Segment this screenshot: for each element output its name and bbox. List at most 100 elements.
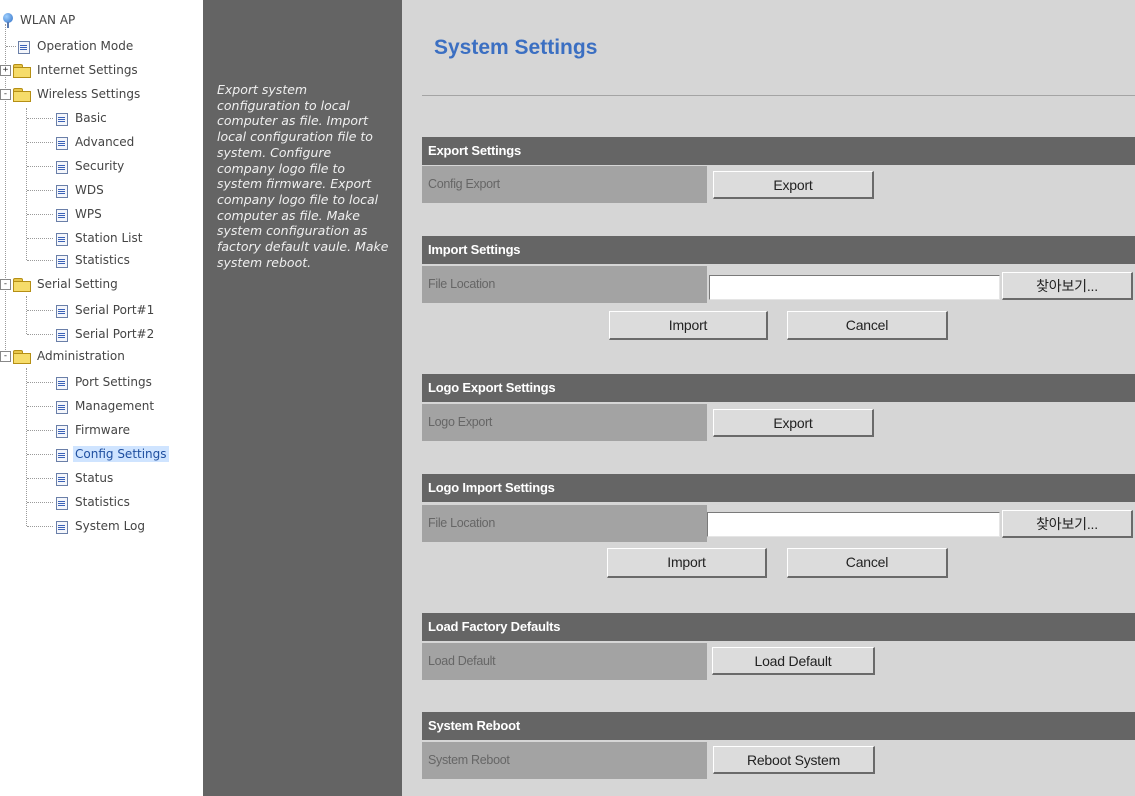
page-icon [55,400,68,414]
tree-connector [27,166,53,167]
tree-connector [27,502,53,503]
tree-item-label: Security [75,159,125,173]
tree-item-admin-statistics[interactable]: Statistics [55,491,132,513]
globe-icon [3,12,14,28]
tree-connector [27,238,53,239]
tree-item-label: Config Settings [73,446,169,462]
tree-item-wireless-statistics[interactable]: Statistics [55,249,132,271]
page-icon [55,160,68,174]
logo-import-file-input[interactable] [707,512,1000,537]
load-default-button[interactable]: Load Default [712,647,875,675]
tree-connector [27,478,53,479]
page-icon [55,520,68,534]
tree-item-config-settings[interactable]: Config Settings [55,443,169,465]
tree-connector [26,296,27,334]
export-settings-header: Export Settings [422,137,1135,165]
tree-item-label: Serial Port#1 [75,303,155,317]
tree-connector [27,430,53,431]
page-icon [55,472,68,486]
tree-connector [27,190,53,191]
tree-item-operation-mode[interactable]: Operation Mode [17,35,135,57]
tree-item-wireless-settings[interactable]: - Wireless Settings [0,83,142,105]
logo-export-button[interactable]: Export [713,409,874,437]
collapse-minus-icon[interactable]: - [0,278,11,290]
tree-item-label: Management [75,399,155,413]
help-panel: Export system configuration to local com… [203,0,402,796]
tree-item-station-list[interactable]: Station List [55,227,144,249]
tree-item-firmware[interactable]: Firmware [55,419,132,441]
tree-item-serial-port-2[interactable]: Serial Port#2 [55,323,156,345]
tree-connector [27,406,53,407]
page-icon [55,136,68,150]
tree-root-label: WLAN AP [20,13,76,27]
page-icon [55,304,68,318]
tree-connector [6,46,16,47]
tree-item-basic[interactable]: Basic [55,107,109,129]
folder-open-icon [13,349,31,364]
import-browse-button[interactable]: 찾아보기... [1002,272,1133,300]
logo-import-cancel-button[interactable]: Cancel [787,548,948,578]
config-export-label: Config Export [422,166,707,203]
import-file-input[interactable] [709,275,1000,300]
tree-item-port-settings[interactable]: Port Settings [55,371,154,393]
tree-item-label: Serial Setting [37,277,118,291]
tree-connector [27,260,53,261]
tree-item-management[interactable]: Management [55,395,156,417]
tree-connector [27,334,53,335]
import-file-label: File Location [422,266,707,303]
tree-item-label: Firmware [75,423,130,437]
system-reboot-row: System Reboot Reboot System [422,742,1135,779]
config-export-button[interactable]: Export [713,171,874,199]
logo-import-button[interactable]: Import [607,548,767,578]
logo-export-label: Logo Export [422,404,707,441]
tree-item-label: Advanced [75,135,135,149]
title-divider [422,95,1135,96]
system-reboot-label: System Reboot [422,742,707,779]
import-button[interactable]: Import [609,311,768,340]
tree-connector [27,310,53,311]
tree-connector [27,382,53,383]
collapse-minus-icon[interactable]: - [0,350,11,362]
tree-item-wps[interactable]: WPS [55,203,104,225]
tree-item-administration[interactable]: - Administration [0,345,127,367]
tree-item-label: Station List [75,231,143,245]
tree-item-serial-port-1[interactable]: Serial Port#1 [55,299,156,321]
main-content: System Settings Export Settings Config E… [402,0,1135,796]
page-icon [55,232,68,246]
tree-connector [27,214,53,215]
page-icon [55,208,68,222]
tree-item-label: Statistics [75,495,130,509]
tree-connector [27,526,53,527]
page-icon [55,424,68,438]
page-title: System Settings [434,36,598,59]
tree-item-label: Administration [37,349,125,363]
tree-item-label: Operation Mode [37,39,134,53]
logo-import-file-row: File Location 찾아보기... [422,505,1135,542]
folder-icon [13,63,31,78]
tree-root[interactable]: WLAN AP [3,9,77,31]
logo-export-row: Logo Export Export [422,404,1135,441]
tree-item-label: Serial Port#2 [75,327,155,341]
expand-plus-icon[interactable]: + [0,64,11,76]
import-file-row: File Location 찾아보기... [422,266,1135,303]
folder-open-icon [13,87,31,102]
tree-item-label: WPS [75,207,102,221]
logo-import-file-label: File Location [422,505,707,542]
import-cancel-button[interactable]: Cancel [787,311,948,340]
logo-import-settings-header: Logo Import Settings [422,474,1135,502]
tree-item-wds[interactable]: WDS [55,179,106,201]
reboot-system-button[interactable]: Reboot System [713,746,875,774]
logo-import-browse-button[interactable]: 찾아보기... [1002,510,1133,538]
tree-item-security[interactable]: Security [55,155,126,177]
tree-item-system-log[interactable]: System Log [55,515,147,537]
tree-item-status[interactable]: Status [55,467,115,489]
load-default-row: Load Default Load Default [422,643,1135,680]
tree-item-internet-settings[interactable]: + Internet Settings [0,59,140,81]
tree-item-serial-setting[interactable]: - Serial Setting [0,273,120,295]
tree-item-label: Basic [75,111,107,125]
tree-item-advanced[interactable]: Advanced [55,131,136,153]
tree-connector [27,454,53,455]
config-export-row: Config Export Export [422,166,1135,203]
collapse-minus-icon[interactable]: - [0,88,11,100]
page-icon [17,40,30,54]
